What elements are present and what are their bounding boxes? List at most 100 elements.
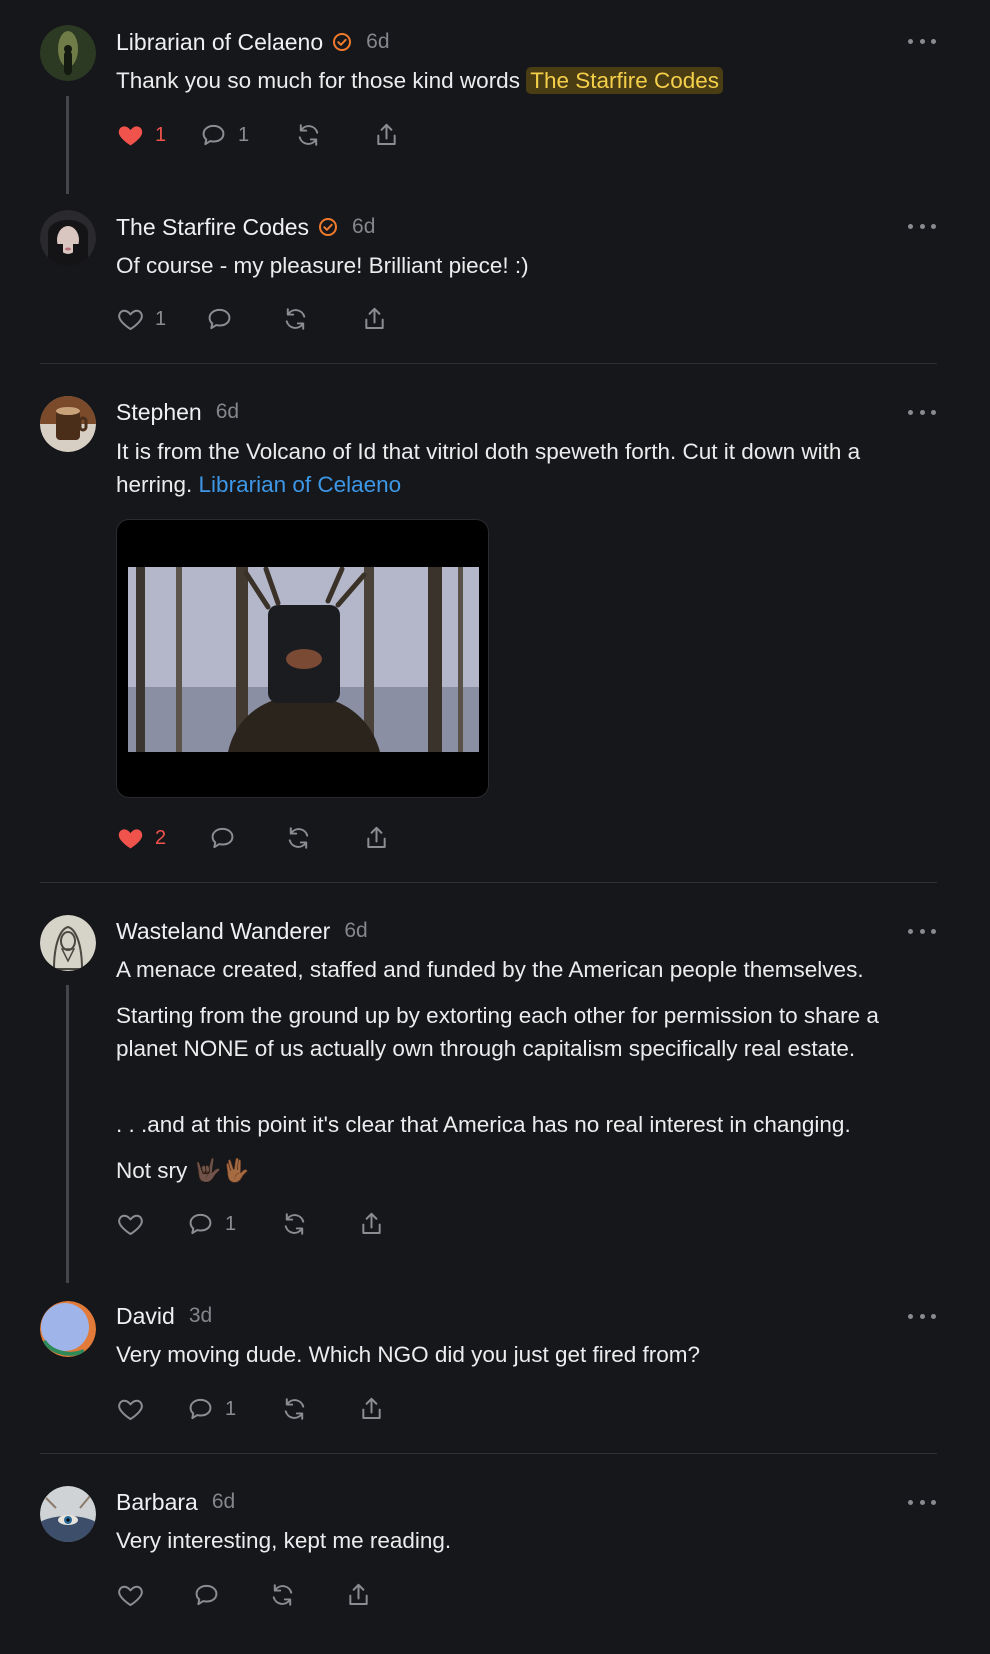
like-count: 1 <box>155 307 167 330</box>
restack-button[interactable] <box>280 1392 309 1426</box>
avatar[interactable] <box>40 915 96 971</box>
comment-icon <box>195 1584 218 1606</box>
restack-button[interactable] <box>280 1207 309 1241</box>
like-button[interactable]: 1 <box>116 118 166 152</box>
more-icon[interactable] <box>908 1311 936 1321</box>
restack-icon <box>285 308 306 330</box>
like-button[interactable] <box>116 1392 145 1426</box>
share-icon <box>349 1583 368 1605</box>
timestamp[interactable]: 6d <box>216 400 239 424</box>
heart-icon <box>118 1399 143 1421</box>
share-icon <box>377 123 396 145</box>
avatar[interactable] <box>40 396 96 452</box>
share-icon <box>365 307 384 329</box>
timestamp[interactable]: 6d <box>366 30 389 54</box>
comment-paragraph: A menace created, staffed and funded by … <box>116 957 864 982</box>
restack-icon <box>284 1398 305 1420</box>
restack-button[interactable] <box>284 821 313 855</box>
embedded-video[interactable] <box>116 519 489 798</box>
share-button[interactable] <box>357 1207 386 1241</box>
comment-icon <box>202 124 225 146</box>
more-icon[interactable] <box>908 36 936 46</box>
comment-actions: 2 <box>116 821 416 855</box>
heart-icon <box>118 1585 143 1607</box>
reply-button[interactable]: 1 <box>186 1207 236 1241</box>
more-icon[interactable] <box>908 926 936 936</box>
verified-icon <box>333 33 352 51</box>
like-button[interactable]: 1 <box>116 302 166 336</box>
restack-icon <box>298 124 319 146</box>
comment-actions: 1 <box>116 1207 416 1241</box>
share-button[interactable] <box>357 1392 386 1426</box>
comment-paragraph: Starting from the ground up by extorting… <box>116 1003 879 1061</box>
restack-icon <box>272 1584 293 1606</box>
like-count: 2 <box>155 826 167 849</box>
share-button[interactable] <box>372 118 401 152</box>
share-icon <box>362 1397 381 1419</box>
like-button[interactable] <box>116 1207 145 1241</box>
like-button[interactable] <box>116 1578 145 1612</box>
avatar[interactable] <box>40 1301 96 1357</box>
avatar[interactable] <box>40 210 96 266</box>
avatar[interactable] <box>40 25 96 81</box>
video-thumbnail <box>128 567 479 752</box>
share-button[interactable] <box>362 821 391 855</box>
restack-icon <box>288 827 309 849</box>
author-name[interactable]: Wasteland Wanderer <box>116 918 330 945</box>
mention-highlight[interactable]: The Starfire Codes <box>526 67 724 94</box>
comment-icon <box>189 1213 212 1235</box>
reply-count: 1 <box>225 1397 237 1420</box>
timestamp[interactable]: 3d <box>189 1304 212 1328</box>
comment-icon <box>189 1398 212 1420</box>
comment-actions <box>116 1578 416 1612</box>
mention-link[interactable]: Librarian of Celaeno <box>199 472 402 497</box>
share-button[interactable] <box>344 1578 373 1612</box>
restack-button[interactable] <box>281 302 310 336</box>
more-icon[interactable] <box>908 221 936 231</box>
reply-button[interactable]: 1 <box>199 118 249 152</box>
avatar[interactable] <box>40 1486 96 1542</box>
share-button[interactable] <box>360 302 389 336</box>
comment-text: Thank you so much for those kind words T… <box>116 64 938 97</box>
comment-actions: 1 1 <box>116 118 416 152</box>
restack-icon <box>284 1213 305 1235</box>
timestamp[interactable]: 6d <box>344 919 367 943</box>
thread-line <box>66 96 69 194</box>
restack-button[interactable] <box>294 118 323 152</box>
heart-icon <box>118 1214 143 1236</box>
comment-actions: 1 <box>116 302 416 336</box>
divider <box>40 882 937 883</box>
like-button[interactable]: 2 <box>116 821 166 855</box>
share-icon <box>362 1212 381 1234</box>
comment-icon <box>211 827 234 849</box>
comment-actions: 1 <box>116 1392 416 1426</box>
author-name[interactable]: Librarian of Celaeno <box>116 29 323 56</box>
heart-icon <box>118 829 143 849</box>
reply-button[interactable]: 1 <box>186 1392 236 1426</box>
reply-button[interactable] <box>208 821 237 855</box>
comment-text: Very moving dude. Which NGO did you just… <box>116 1342 701 1367</box>
timestamp[interactable]: 6d <box>352 215 375 239</box>
comment-paragraph: . . .and at this point it's clear that A… <box>116 1112 851 1137</box>
restack-button[interactable] <box>268 1578 297 1612</box>
comment-text: Very interesting, kept me reading. <box>116 1528 452 1553</box>
comment-text: Of course - my pleasure! Brilliant piece… <box>116 253 529 278</box>
more-icon[interactable] <box>908 407 936 417</box>
heart-icon <box>118 126 143 146</box>
author-name[interactable]: Barbara <box>116 1489 198 1516</box>
timestamp[interactable]: 6d <box>212 1490 235 1514</box>
reply-button[interactable] <box>192 1578 221 1612</box>
author-name[interactable]: David <box>116 1303 175 1330</box>
divider <box>40 1453 937 1454</box>
author-name[interactable]: The Starfire Codes <box>116 214 309 241</box>
author-name[interactable]: Stephen <box>116 399 202 426</box>
more-icon[interactable] <box>908 1497 936 1507</box>
heart-icon <box>118 309 143 331</box>
verified-icon <box>319 218 338 236</box>
reply-button[interactable] <box>205 302 234 336</box>
comment-paragraph: Not sry 🤟🏿🖖🏾 <box>116 1158 250 1183</box>
comment-text: It is from the Volcano of Id that vitrio… <box>116 439 861 497</box>
like-count: 1 <box>155 123 167 146</box>
reply-count: 1 <box>225 1212 237 1235</box>
comment-icon <box>208 308 231 330</box>
